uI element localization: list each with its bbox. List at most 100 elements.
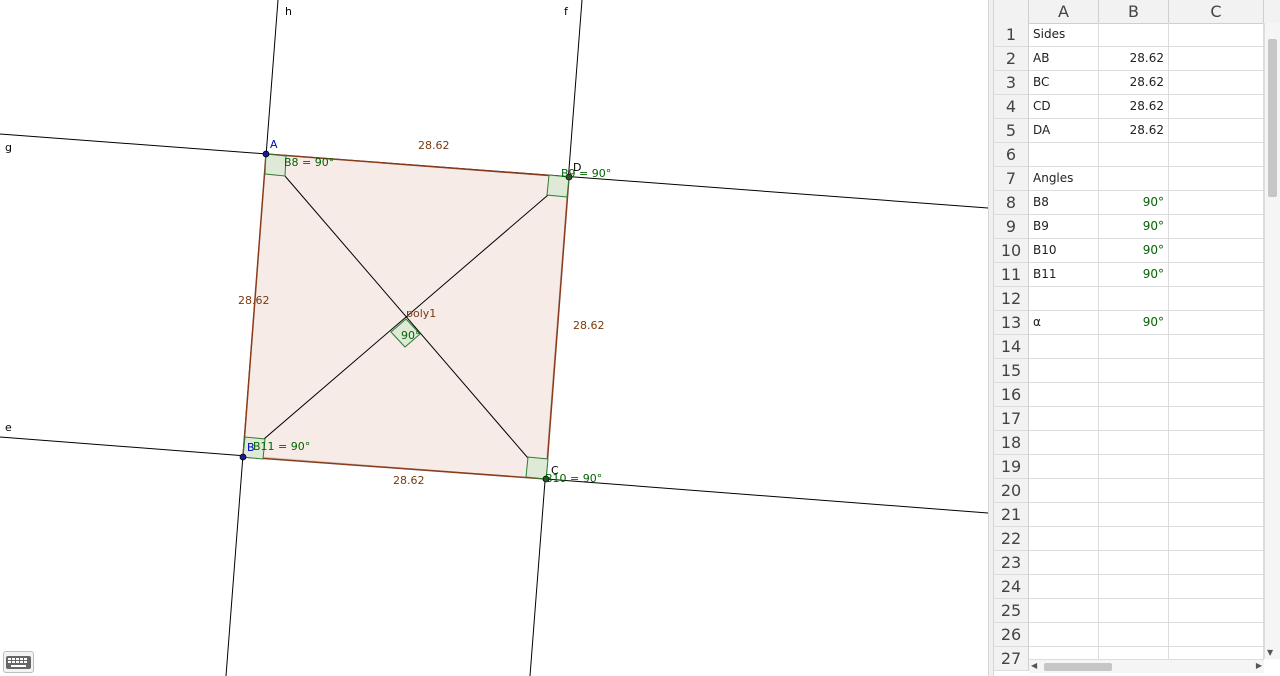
cell-c11[interactable] — [1169, 263, 1264, 287]
cell-c20[interactable] — [1169, 479, 1264, 503]
row-header[interactable]: 1 — [994, 23, 1029, 47]
spreadsheet-grid[interactable]: 1 Sides 2 AB 28.62 3 BC 28.62 4 CD 28.62 5 DA 28.62 6 7… — [994, 23, 1264, 671]
cell-b25[interactable] — [1099, 599, 1169, 623]
cell-b19[interactable] — [1099, 455, 1169, 479]
row-header[interactable]: 23 — [994, 551, 1029, 575]
spreadsheet-view[interactable]: A B C 1 Sides 2 AB 28.62 3 BC 28.62 4 CD 28.62 5 DA 2… — [994, 0, 1280, 676]
cell-b10[interactable]: 90° — [1099, 239, 1169, 263]
cell-b3[interactable]: 28.62 — [1099, 71, 1169, 95]
row-header[interactable]: 27 — [994, 647, 1029, 671]
point-a[interactable] — [262, 150, 270, 158]
cell-b14[interactable] — [1099, 335, 1169, 359]
cell-b18[interactable] — [1099, 431, 1169, 455]
cell-c10[interactable] — [1169, 239, 1264, 263]
cell-b1[interactable] — [1099, 23, 1169, 47]
row-header[interactable]: 15 — [994, 359, 1029, 383]
cell-a23[interactable] — [1029, 551, 1099, 575]
cell-c6[interactable] — [1169, 143, 1264, 167]
cell-c9[interactable] — [1169, 215, 1264, 239]
cell-a8[interactable]: B8 — [1029, 191, 1099, 215]
cell-b16[interactable] — [1099, 383, 1169, 407]
row-header[interactable]: 20 — [994, 479, 1029, 503]
row-header[interactable]: 6 — [994, 143, 1029, 167]
cell-a5[interactable]: DA — [1029, 119, 1099, 143]
geometry-canvas[interactable]: g h f e A B C D 28.62 28.62 28.62 28.62 … — [0, 0, 988, 676]
row-header[interactable]: 10 — [994, 239, 1029, 263]
cell-c1[interactable] — [1169, 23, 1264, 47]
vertical-scrollbar[interactable]: ▼ — [1264, 23, 1280, 659]
cell-a10[interactable]: B10 — [1029, 239, 1099, 263]
cell-c24[interactable] — [1169, 575, 1264, 599]
cell-a14[interactable] — [1029, 335, 1099, 359]
cell-a3[interactable]: BC — [1029, 71, 1099, 95]
cell-c25[interactable] — [1169, 599, 1264, 623]
cell-b4[interactable]: 28.62 — [1099, 95, 1169, 119]
cell-b5[interactable]: 28.62 — [1099, 119, 1169, 143]
corner-cell[interactable] — [994, 0, 1029, 23]
row-header[interactable]: 24 — [994, 575, 1029, 599]
cell-b6[interactable] — [1099, 143, 1169, 167]
cell-c14[interactable] — [1169, 335, 1264, 359]
cell-a26[interactable] — [1029, 623, 1099, 647]
cell-c12[interactable] — [1169, 287, 1264, 311]
row-header[interactable]: 14 — [994, 335, 1029, 359]
row-header[interactable]: 12 — [994, 287, 1029, 311]
cell-a12[interactable] — [1029, 287, 1099, 311]
cell-c4[interactable] — [1169, 95, 1264, 119]
cell-b23[interactable] — [1099, 551, 1169, 575]
cell-a17[interactable] — [1029, 407, 1099, 431]
horizontal-scroll-thumb[interactable] — [1044, 663, 1112, 671]
cell-c7[interactable] — [1169, 167, 1264, 191]
row-header[interactable]: 16 — [994, 383, 1029, 407]
cell-a25[interactable] — [1029, 599, 1099, 623]
row-header[interactable]: 17 — [994, 407, 1029, 431]
cell-c16[interactable] — [1169, 383, 1264, 407]
cell-b9[interactable]: 90° — [1099, 215, 1169, 239]
cell-b22[interactable] — [1099, 527, 1169, 551]
row-header[interactable]: 8 — [994, 191, 1029, 215]
row-header[interactable]: 4 — [994, 95, 1029, 119]
cell-c2[interactable] — [1169, 47, 1264, 71]
cell-a2[interactable]: AB — [1029, 47, 1099, 71]
row-header[interactable]: 3 — [994, 71, 1029, 95]
cell-a11[interactable]: B11 — [1029, 263, 1099, 287]
cell-a4[interactable]: CD — [1029, 95, 1099, 119]
horizontal-scrollbar[interactable]: ◀ ▶ — [1029, 659, 1264, 673]
cell-c23[interactable] — [1169, 551, 1264, 575]
cell-b12[interactable] — [1099, 287, 1169, 311]
cell-b21[interactable] — [1099, 503, 1169, 527]
cell-b13[interactable]: 90° — [1099, 311, 1169, 335]
keyboard-toggle-button[interactable] — [3, 651, 34, 673]
scroll-right-arrow-icon[interactable]: ▶ — [1256, 661, 1262, 670]
row-header[interactable]: 9 — [994, 215, 1029, 239]
cell-c5[interactable] — [1169, 119, 1264, 143]
row-header[interactable]: 22 — [994, 527, 1029, 551]
cell-b20[interactable] — [1099, 479, 1169, 503]
cell-b26[interactable] — [1099, 623, 1169, 647]
cell-a19[interactable] — [1029, 455, 1099, 479]
column-header-c[interactable]: C — [1169, 0, 1264, 23]
cell-a1[interactable]: Sides — [1029, 23, 1099, 47]
point-b[interactable] — [239, 453, 247, 461]
vertical-scroll-thumb[interactable] — [1268, 39, 1277, 197]
cell-b15[interactable] — [1099, 359, 1169, 383]
cell-a18[interactable] — [1029, 431, 1099, 455]
row-header[interactable]: 21 — [994, 503, 1029, 527]
cell-c19[interactable] — [1169, 455, 1264, 479]
row-header[interactable]: 25 — [994, 599, 1029, 623]
cell-c22[interactable] — [1169, 527, 1264, 551]
row-header[interactable]: 13 — [994, 311, 1029, 335]
cell-a16[interactable] — [1029, 383, 1099, 407]
cell-b2[interactable]: 28.62 — [1099, 47, 1169, 71]
cell-c13[interactable] — [1169, 311, 1264, 335]
cell-c3[interactable] — [1169, 71, 1264, 95]
scroll-left-arrow-icon[interactable]: ◀ — [1031, 661, 1037, 670]
cell-b24[interactable] — [1099, 575, 1169, 599]
cell-a7[interactable]: Angles — [1029, 167, 1099, 191]
cell-a13[interactable]: α — [1029, 311, 1099, 335]
row-header[interactable]: 7 — [994, 167, 1029, 191]
graphics-view[interactable]: g h f e A B C D 28.62 28.62 28.62 28.62 … — [0, 0, 988, 676]
row-header[interactable]: 5 — [994, 119, 1029, 143]
cell-b7[interactable] — [1099, 167, 1169, 191]
cell-c18[interactable] — [1169, 431, 1264, 455]
